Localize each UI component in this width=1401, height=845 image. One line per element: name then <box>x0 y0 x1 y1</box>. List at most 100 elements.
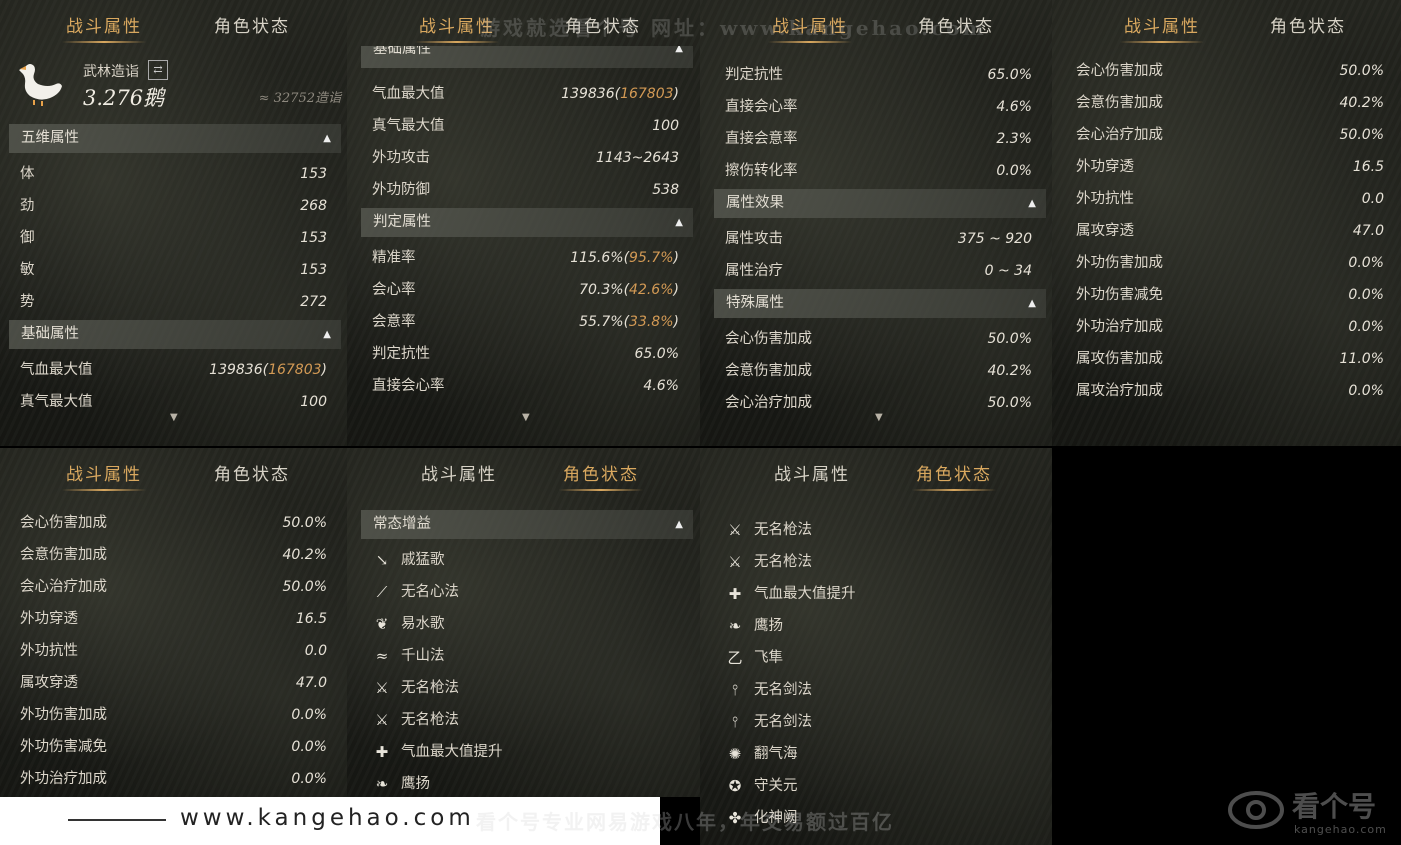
tab-bar: 战斗属性 角色状态 <box>0 448 347 494</box>
buff-item[interactable]: ✚ 气血最大值提升 <box>373 736 673 768</box>
stat-row: 会心治疗加成 50.0% <box>1076 119 1384 151</box>
stat-value-bonus: 95.7% <box>629 250 674 266</box>
stat-label: 敏 <box>20 262 35 278</box>
stat-value: 153 <box>300 166 327 182</box>
buff-name: 千山法 <box>401 648 445 664</box>
scroll-down-icon[interactable]: ▼ <box>170 412 178 423</box>
collapse-icon[interactable]: ▲ <box>675 208 683 237</box>
buff-item[interactable]: ✚ 气血最大值提升 <box>726 578 1026 610</box>
stat-label: 会意伤害加成 <box>725 363 812 379</box>
tab-bar: 战斗属性 角色状态 <box>1052 0 1401 46</box>
collapse-icon[interactable]: ▲ <box>675 46 683 60</box>
stat-label: 直接会心率 <box>725 99 798 115</box>
section-header-basic[interactable]: 基础属性 ▲ <box>9 320 341 349</box>
spear-icon: ⚔ <box>728 553 742 571</box>
buff-name: 无名剑法 <box>754 682 812 698</box>
stat-row: 外功穿透 16.5 <box>1076 151 1384 183</box>
stat-label: 外功治疗加成 <box>1076 319 1163 335</box>
stat-value: 375 ~ 920 <box>957 231 1032 247</box>
scroll-down-icon[interactable]: ▼ <box>522 412 530 423</box>
section-header-special[interactable]: 特殊属性 ▲ <box>714 289 1046 318</box>
wave-icon: ✺ <box>728 745 742 763</box>
stat-value: 65.0% <box>634 346 679 362</box>
stats-panel-3: 战斗属性 角色状态 判定抗性 65.0% 直接会心率 4.6% 直接会意率 2.3% … <box>700 0 1052 446</box>
collapse-icon[interactable]: ▲ <box>1028 289 1036 318</box>
buff-item[interactable]: ⚔ 无名枪法 <box>373 672 673 704</box>
stat-label: 外功伤害减免 <box>1076 287 1163 303</box>
buff-item[interactable]: ⚔ 无名枪法 <box>726 514 1026 546</box>
buff-name: 飞隼 <box>754 650 783 666</box>
buff-item[interactable]: ❦ 易水歌 <box>373 608 673 640</box>
buff-name: 无名枪法 <box>401 680 459 696</box>
stat-label: 属攻治疗加成 <box>1076 383 1163 399</box>
stat-label: 真气最大值 <box>372 118 445 134</box>
stat-label: 会心伤害加成 <box>20 515 107 531</box>
stat-row: 属性治疗 0 ~ 34 <box>725 255 1032 287</box>
section-header-basic[interactable]: 基础属性 ▲ <box>361 46 693 68</box>
tab-combat-attributes[interactable]: 战斗属性 <box>421 460 497 485</box>
buff-item[interactable]: ⟋ 无名心法 <box>373 576 673 608</box>
stat-row: 真气最大值 100 <box>372 110 679 142</box>
buff-item[interactable]: ⚔ 无名枪法 <box>726 546 1026 578</box>
buff-item[interactable]: ❧ 鹰扬 <box>373 768 673 797</box>
stat-row: 外功防御 538 <box>372 174 679 206</box>
stat-value: 4.6% <box>643 378 679 394</box>
stat-label: 气血最大值 <box>372 86 445 102</box>
buff-item[interactable]: ⫯ 无名剑法 <box>726 674 1026 706</box>
stat-value-bonus: 167803 <box>268 362 322 378</box>
tab-combat-attributes[interactable]: 战斗属性 <box>774 460 850 485</box>
stat-row: 精准率 115.6%(95.7%) <box>372 242 679 274</box>
stat-value: 65.0% <box>987 67 1032 83</box>
stat-value: 0.0% <box>1348 255 1384 271</box>
collapse-icon[interactable]: ▲ <box>675 510 683 539</box>
tab-combat-attributes[interactable]: 战斗属性 <box>62 460 146 491</box>
stat-label: 直接会心率 <box>372 378 445 394</box>
tab-combat-attributes[interactable]: 战斗属性 <box>62 12 146 43</box>
collapse-icon[interactable]: ▲ <box>323 124 331 153</box>
section-header-attribute-effects[interactable]: 属性效果 ▲ <box>714 189 1046 218</box>
stat-row: 直接会意率 2.3% <box>725 123 1032 155</box>
tab-character-status[interactable]: 角色状态 <box>1270 12 1346 37</box>
tab-character-status[interactable]: 角色状态 <box>214 12 290 37</box>
buff-item[interactable]: ❧ 鹰扬 <box>726 610 1026 642</box>
stat-label: 体 <box>20 166 35 182</box>
scroll-down-icon[interactable]: ▼ <box>875 412 883 423</box>
stat-value: 100 <box>652 118 679 134</box>
stat-value: 50.0% <box>282 515 327 531</box>
eagle-icon: ❧ <box>375 775 389 793</box>
stat-value-main: 55.7% <box>579 314 624 330</box>
section-header-label: 基础属性 <box>21 326 79 342</box>
stat-label: 会心率 <box>372 282 416 298</box>
collapse-icon[interactable]: ▲ <box>323 320 331 349</box>
tab-character-status[interactable]: 角色状态 <box>214 460 290 485</box>
stat-row: 属攻治疗加成 0.0% <box>1076 375 1384 407</box>
collapse-icon[interactable]: ▲ <box>1028 189 1036 218</box>
buff-item[interactable]: ✪ 守关元 <box>726 770 1026 802</box>
buff-item[interactable]: ↘ 戚猛歌 <box>373 544 673 576</box>
tab-character-status[interactable]: 角色状态 <box>912 460 996 491</box>
stat-value: 268 <box>300 198 327 214</box>
buff-item[interactable]: ≈ 千山法 <box>373 640 673 672</box>
stat-label: 气血最大值 <box>20 362 93 378</box>
buff-item[interactable]: 乙飞隼 <box>726 642 1026 674</box>
section-header-five-dims[interactable]: 五维属性 ▲ <box>9 124 341 153</box>
buff-name: 无名心法 <box>401 584 459 600</box>
section-header-buffs[interactable]: 常态增益 ▲ <box>361 510 693 539</box>
guard-icon: ✪ <box>728 777 742 795</box>
swap-icon[interactable]: ⇄ <box>148 60 168 80</box>
wind-icon: ≈ <box>375 647 389 665</box>
buff-item[interactable]: ⫯ 无名剑法 <box>726 706 1026 738</box>
bird-icon: ↘ <box>375 551 389 569</box>
stat-row: 会意率 55.7%(33.8%) <box>372 306 679 338</box>
stat-value: 0.0% <box>996 163 1032 179</box>
buff-item[interactable]: ⚔ 无名枪法 <box>373 704 673 736</box>
section-header-label: 常态增益 <box>373 516 431 532</box>
section-header-judgement[interactable]: 判定属性 ▲ <box>361 208 693 237</box>
heart-up-icon: ✚ <box>375 743 389 761</box>
stat-label: 精准率 <box>372 250 416 266</box>
buff-item[interactable]: ✺ 翻气海 <box>726 738 1026 770</box>
tab-combat-attributes[interactable]: 战斗属性 <box>1120 12 1204 43</box>
buff-name: 翻气海 <box>754 746 798 762</box>
stat-row: 会心伤害加成 50.0% <box>725 323 1032 355</box>
tab-character-status[interactable]: 角色状态 <box>559 460 643 491</box>
